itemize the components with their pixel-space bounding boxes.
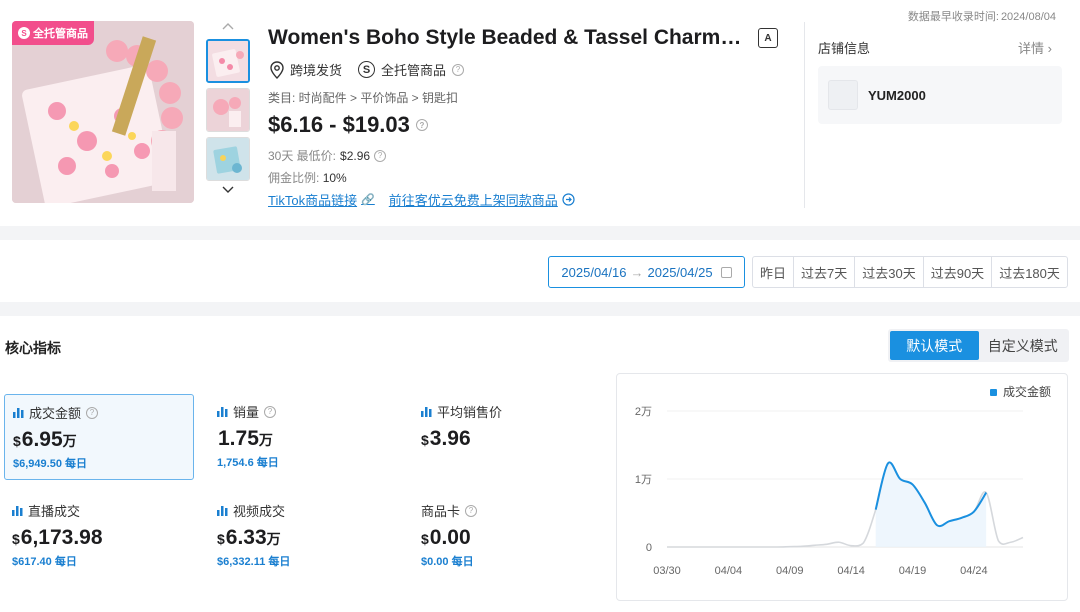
date-filter-bar: 2025/04/16 → 2025/04/25 昨日 过去7天 过去30天 过去… xyxy=(0,240,1080,302)
legend-swatch xyxy=(990,389,997,396)
shop-info[interactable]: YUM2000 xyxy=(818,66,1062,124)
period-180d[interactable]: 过去180天 xyxy=(992,257,1067,287)
bar-chart-icon xyxy=(217,406,228,417)
translate-icon[interactable]: A xyxy=(758,28,778,48)
tiktok-link[interactable]: TikTok商品链接 🔗 xyxy=(268,190,375,209)
coin-icon: S xyxy=(18,27,30,39)
ship-label: 跨境发货 xyxy=(290,63,343,78)
commission-rate: 佣金比例: 10% xyxy=(268,171,347,185)
metric-product-card[interactable]: 商品卡? $0.00 $0.00 每日 xyxy=(413,493,603,579)
lowest-price: 30天 最低价: $2.96? xyxy=(268,147,387,164)
managed-label: 全托管商品 xyxy=(381,63,447,78)
mode-default[interactable]: 默认模式 xyxy=(890,331,979,360)
metric-video-sales[interactable]: 视频成交 $6.33万 $6,332.11 每日 xyxy=(209,493,399,579)
link-icon: 🔗 xyxy=(361,194,375,206)
period-30d[interactable]: 过去30天 xyxy=(855,257,924,287)
core-metrics-card: 核心指标 默认模式 自定义模式 成交金额? $6.95万 $6,949.50 每… xyxy=(0,316,1080,612)
x-tick-label: 03/30 xyxy=(653,565,681,577)
x-tick-label: 04/24 xyxy=(960,565,988,577)
product-photo-icon xyxy=(12,21,194,203)
metric-avg-price[interactable]: 平均销售价 $3.96 xyxy=(413,394,603,480)
arrow-circle-icon xyxy=(562,193,575,206)
metric-gmv[interactable]: 成交金额? $6.95万 $6,949.50 每日 xyxy=(4,394,194,480)
mode-custom[interactable]: 自定义模式 xyxy=(979,331,1068,360)
help-icon[interactable]: ? xyxy=(86,406,99,419)
help-icon[interactable]: ? xyxy=(264,405,277,418)
period-selector: 昨日 过去7天 过去30天 过去90天 过去180天 xyxy=(752,256,1068,288)
help-icon[interactable]: ? xyxy=(452,63,465,76)
bar-chart-icon xyxy=(421,406,432,417)
shop-avatar xyxy=(828,80,858,110)
chart-svg: 0 1万 2万 03/30 04/04 04/09 04/14 04/19 04/24 成交金额 xyxy=(635,384,1051,577)
metric-sales[interactable]: 销量? 1.75万 1,754.6 每日 xyxy=(209,394,399,480)
x-tick-label: 04/19 xyxy=(899,565,927,577)
period-90d[interactable]: 过去90天 xyxy=(924,257,993,287)
bar-chart-icon xyxy=(13,407,24,418)
y-tick-label: 1万 xyxy=(635,474,652,486)
thumbnail-1[interactable] xyxy=(206,39,250,83)
y-tick-label: 0 xyxy=(646,542,652,554)
list-product-link[interactable]: 前往客优云免费上架同款商品 xyxy=(389,190,575,209)
help-icon[interactable]: ? xyxy=(465,504,478,517)
x-tick-label: 04/04 xyxy=(715,565,743,577)
last-update: 数据最早收录时间: 2024/08/04 xyxy=(907,11,1056,23)
product-meta: 跨境发货 S 全托管商品 ? xyxy=(270,60,465,79)
shop-details-link[interactable]: 详情 › xyxy=(1018,38,1052,57)
help-icon[interactable]: ? xyxy=(415,119,428,131)
bar-chart-icon xyxy=(217,505,228,516)
product-links: TikTok商品链接 🔗 前往客优云免费上架同款商品 xyxy=(268,190,575,209)
thumbnail-strip xyxy=(206,22,250,200)
shop-name: YUM2000 xyxy=(868,87,926,103)
x-tick-label: 04/14 xyxy=(837,565,865,577)
gmv-chart[interactable]: 0 1万 2万 03/30 04/04 04/09 04/14 04/19 04/24 成交金额 xyxy=(616,373,1068,601)
product-main-image[interactable]: S 全托管商品 xyxy=(12,21,194,203)
chevron-down-icon[interactable] xyxy=(206,186,250,200)
chevron-right-icon: › xyxy=(1047,41,1052,56)
calendar-icon xyxy=(720,266,732,278)
price-range: $6.16 - $19.03? xyxy=(268,112,428,138)
series-area xyxy=(875,462,987,547)
bar-chart-icon xyxy=(12,505,23,516)
managed-badge: S 全托管商品 xyxy=(12,21,94,45)
legend-label: 成交金额 xyxy=(1003,384,1051,399)
period-7d[interactable]: 过去7天 xyxy=(794,257,856,287)
mode-toggle: 默认模式 自定义模式 xyxy=(888,329,1069,362)
location-pin-icon xyxy=(270,60,284,79)
core-metrics-title: 核心指标 xyxy=(5,340,61,356)
product-title: Women's Boho Style Beaded & Tassel Charm… xyxy=(268,26,748,49)
product-category: 类目: 时尚配件 > 平价饰品 > 钥匙扣 xyxy=(268,91,459,105)
thumbnail-3[interactable] xyxy=(206,137,250,181)
x-tick-label: 04/09 xyxy=(776,565,804,577)
product-card: 数据最早收录时间: 2024/08/04 S 全托管商品 Women's Boh… xyxy=(0,0,1080,226)
metric-live-sales[interactable]: 直播成交 $6,173.98 $617.40 每日 xyxy=(4,493,194,579)
divider xyxy=(804,22,805,208)
thumbnail-2[interactable] xyxy=(206,88,250,132)
y-tick-label: 2万 xyxy=(635,406,652,418)
managed-icon: S xyxy=(358,61,376,78)
period-yesterday[interactable]: 昨日 xyxy=(753,257,795,287)
chevron-up-icon[interactable] xyxy=(206,22,250,36)
date-range-picker[interactable]: 2025/04/16 → 2025/04/25 xyxy=(548,256,745,288)
help-icon[interactable]: ? xyxy=(374,149,387,162)
shop-title: 店铺信息 xyxy=(818,41,871,56)
